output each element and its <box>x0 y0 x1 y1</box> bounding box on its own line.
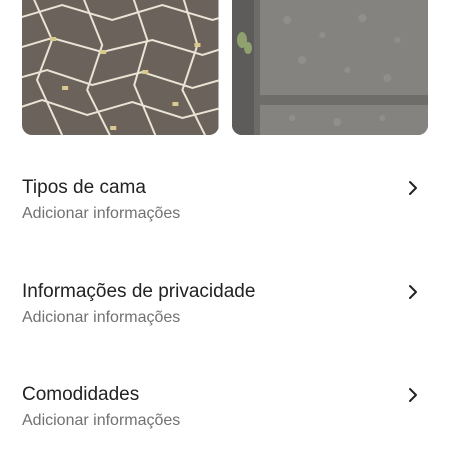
bed-photo-patterned-image <box>22 0 219 135</box>
photo-gallery <box>22 0 428 135</box>
section-subtitle: Adicionar informações <box>22 309 181 326</box>
section-subtitle: Adicionar informações <box>22 205 181 222</box>
section-title: Informações de privacidade <box>22 281 256 302</box>
section-subtitle: Adicionar informações <box>22 412 181 429</box>
bed-photo-gray-image <box>231 0 428 135</box>
section-title: Comodidades <box>22 384 140 405</box>
chevron-right-icon[interactable] <box>406 180 420 196</box>
section-bed-types[interactable]: Tipos de cama Adicionar informações <box>22 176 428 236</box>
chevron-right-icon[interactable] <box>406 284 420 300</box>
section-title: Tipos de cama <box>22 177 146 198</box>
listing-details-page: Tipos de cama Adicionar informações Info… <box>0 0 450 450</box>
chevron-right-icon[interactable] <box>406 387 420 403</box>
section-amenities[interactable]: Comodidades Adicionar informações <box>22 383 428 443</box>
bed-photo-2[interactable] <box>231 0 428 135</box>
section-privacy-info[interactable]: Informações de privacidade Adicionar inf… <box>22 280 428 340</box>
bed-photo-1[interactable] <box>22 0 219 135</box>
